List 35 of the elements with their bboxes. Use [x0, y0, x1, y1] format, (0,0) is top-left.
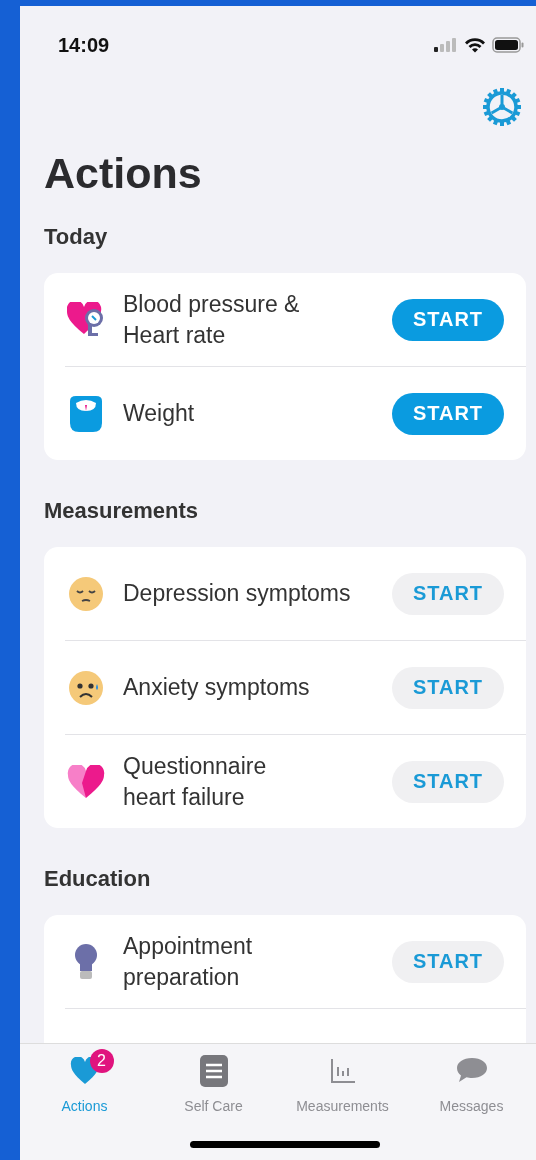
item-title: Depression symptoms — [122, 579, 352, 608]
status-time: 14:09 — [58, 33, 110, 57]
heart-icon — [67, 764, 105, 799]
tab[interactable]: Self Care — [149, 1044, 278, 1122]
chat-bubble-icon — [455, 1057, 488, 1085]
start-button[interactable]: START — [392, 298, 504, 341]
bar-chart-icon — [329, 1058, 356, 1084]
start-button[interactable]: START — [392, 392, 504, 435]
item-title: Appointment preparation — [122, 931, 254, 992]
battery-icon — [492, 37, 524, 53]
start-button[interactable]: START — [392, 760, 504, 803]
heart-gauge-icon — [67, 301, 105, 338]
settings-icon[interactable] — [482, 87, 522, 127]
tab[interactable]: Messages — [407, 1044, 536, 1122]
sad-face-icon — [68, 575, 104, 612]
signal-icon — [434, 38, 458, 52]
item-title: Weight — [122, 399, 196, 428]
section-heading: Today — [44, 223, 109, 251]
document-icon — [199, 1055, 228, 1087]
tab[interactable]: 2 Actions — [20, 1044, 149, 1122]
light-bulb-icon — [73, 942, 99, 981]
item-title: Anxiety symptoms — [122, 673, 311, 702]
start-button[interactable]: START — [392, 940, 504, 983]
worried-face-icon — [68, 669, 104, 706]
section-heading: Measurements — [44, 497, 200, 525]
item-title: Questionnaire heart failure — [122, 751, 268, 812]
start-button[interactable]: START — [392, 666, 504, 709]
item-title: Blood pressure & Heart rate — [122, 289, 301, 350]
wifi-icon — [464, 37, 486, 53]
start-button[interactable]: START — [392, 572, 504, 615]
notification-badge: 2 — [89, 1049, 114, 1073]
section-heading: Education — [44, 865, 152, 893]
page-title: Actions — [44, 148, 203, 199]
scale-icon — [68, 394, 104, 433]
tab[interactable]: Measurements — [278, 1044, 407, 1122]
